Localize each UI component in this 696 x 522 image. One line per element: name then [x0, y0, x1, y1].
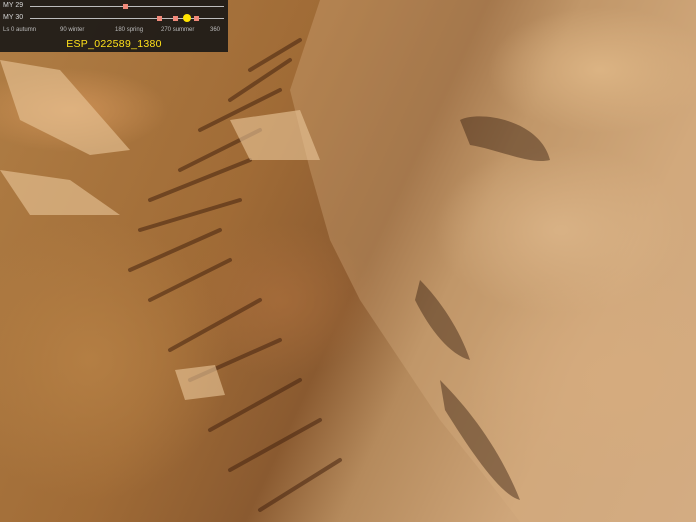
observation-marker [173, 16, 178, 21]
observation-marker [123, 4, 128, 9]
bright-outcrops [0, 60, 320, 400]
current-observation-marker [183, 14, 191, 22]
tick-label: 90 winter [60, 27, 85, 33]
image-id-label: ESP_022589_1380 [66, 38, 162, 50]
terrain-features [0, 0, 696, 522]
observation-marker [157, 16, 162, 21]
tick-label: 270 summer [161, 27, 195, 33]
tick-label: 180 spring [115, 27, 144, 33]
row-label-my29: MY 29 [3, 2, 24, 9]
row-label-my30: MY 30 [3, 14, 24, 21]
cliff-rock-region [290, 0, 696, 522]
tick-label: 360 [210, 27, 221, 33]
season-ticks: Ls 0 autumn 90 winter 180 spring 270 sum… [3, 27, 225, 36]
observation-marker [194, 16, 199, 21]
tick-label: Ls 0 autumn [3, 27, 37, 33]
season-legend: MY 29 MY 30 Ls 0 autumn 90 winter 180 sp… [0, 0, 228, 52]
